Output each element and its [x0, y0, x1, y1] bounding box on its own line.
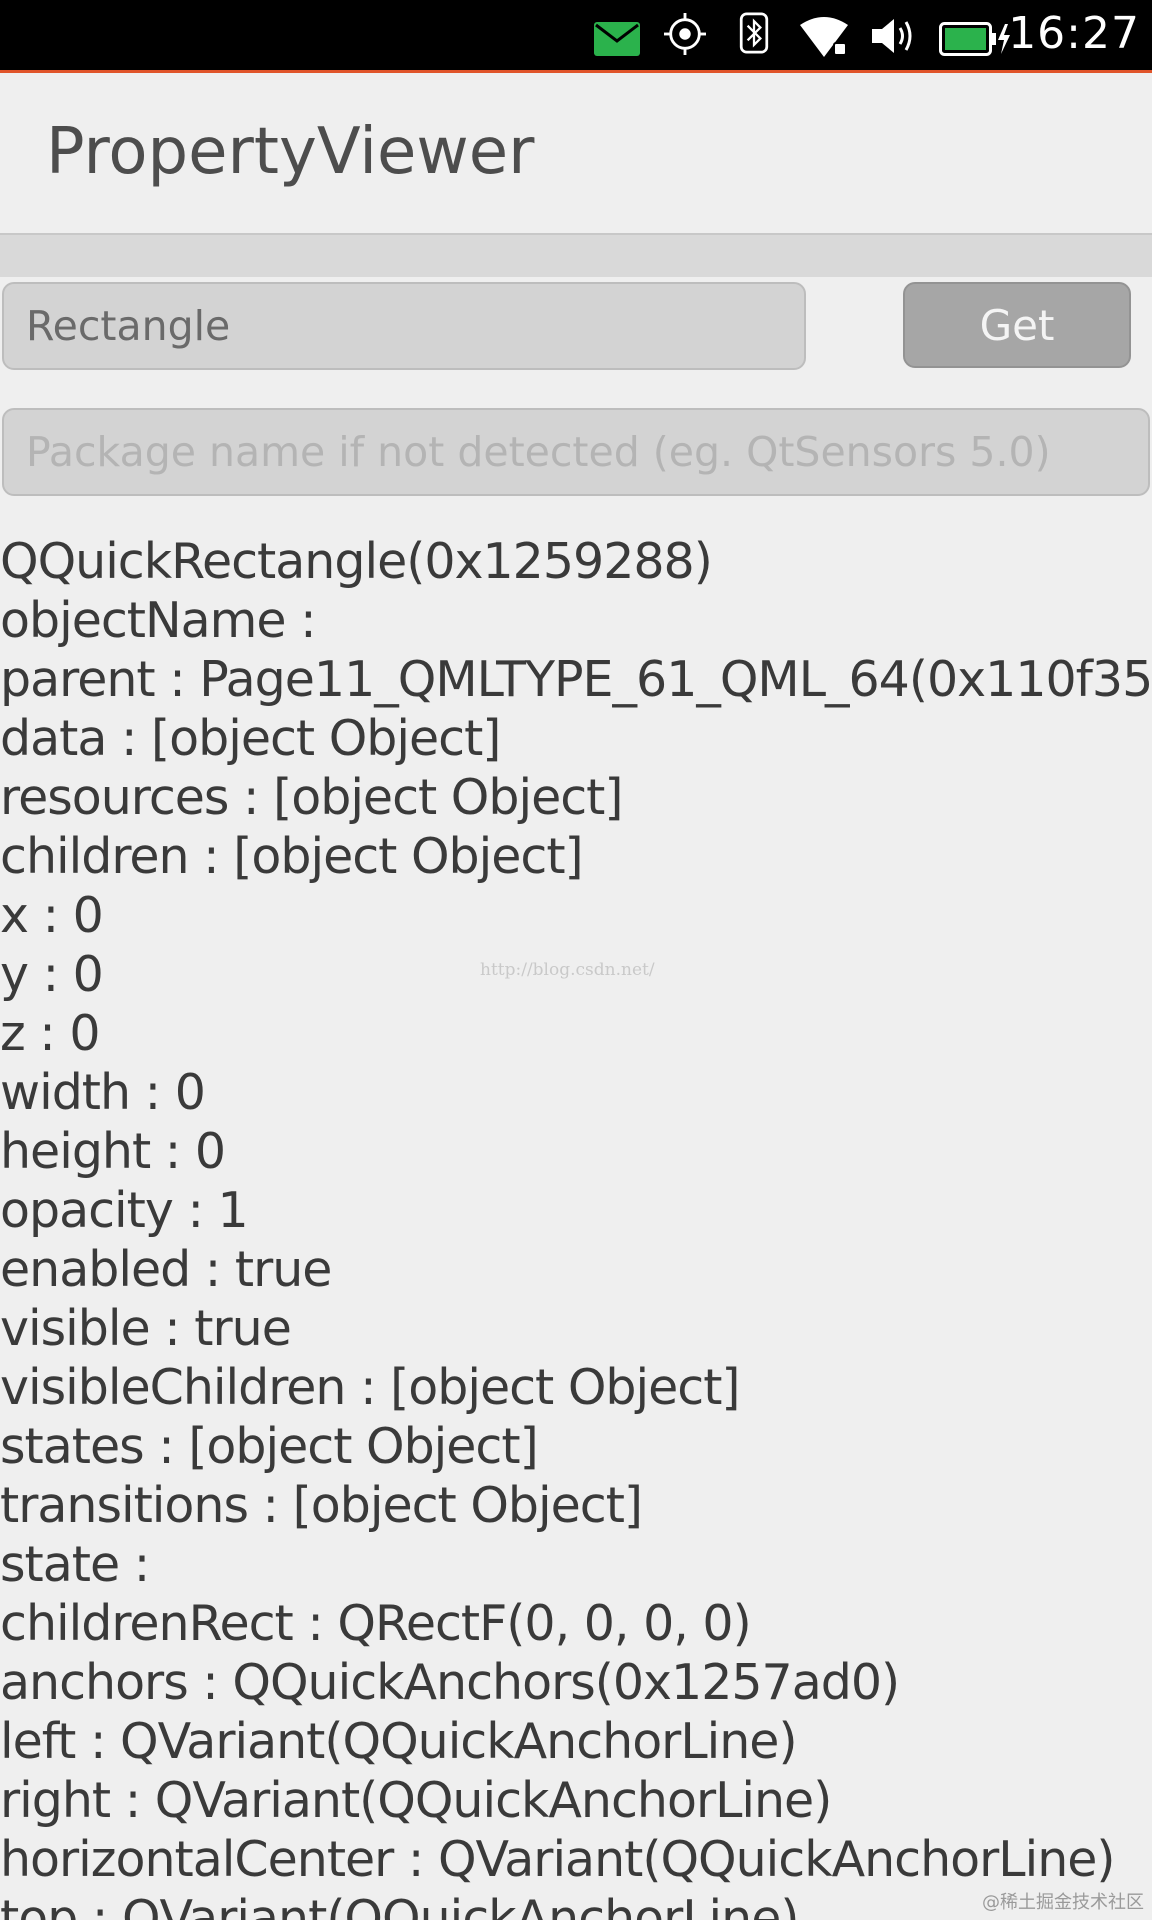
property-row: opacity : 1 [0, 1182, 249, 1239]
location-icon[interactable] [663, 13, 707, 55]
property-row: transitions : [object Object] [0, 1477, 643, 1534]
package-name-input[interactable]: Package name if not detected (eg. QtSens… [2, 408, 1150, 496]
property-row: x : 0 [0, 887, 104, 944]
property-row: width : 0 [0, 1064, 206, 1121]
bluetooth-icon[interactable] [738, 12, 770, 54]
property-row: childrenRect : QRectF(0, 0, 0, 0) [0, 1595, 752, 1652]
watermark: http://blog.csdn.net/ [480, 960, 655, 980]
property-row: data : [object Object] [0, 710, 501, 767]
type-name-input[interactable]: Rectangle [2, 282, 806, 370]
property-row: right : QVariant(QQuickAnchorLine) [0, 1772, 832, 1829]
property-row: objectName : [0, 592, 317, 649]
battery-charging-icon[interactable] [939, 18, 1011, 60]
property-row: states : [object Object] [0, 1418, 539, 1475]
property-row: resources : [object Object] [0, 769, 624, 826]
header-band [0, 235, 1152, 277]
property-row: horizontalCenter : QVariant(QQuickAnchor… [0, 1831, 1116, 1888]
property-row: anchors : QQuickAnchors(0x1257ad0) [0, 1654, 900, 1711]
status-time: 16:27 [1008, 8, 1140, 59]
status-bar: 16:27 [0, 0, 1152, 70]
corner-watermark: @稀土掘金技术社区 [982, 1892, 1144, 1913]
mail-icon[interactable] [594, 18, 640, 60]
get-button[interactable]: Get [903, 282, 1131, 368]
page-title: PropertyViewer [46, 115, 535, 189]
property-row: visible : true [0, 1300, 292, 1357]
wifi-icon[interactable] [800, 16, 848, 58]
app-screen: 16:27 PropertyViewer Rectangle Get Packa… [0, 0, 1152, 1920]
property-row: enabled : true [0, 1241, 332, 1298]
property-row: state : [0, 1536, 150, 1593]
property-row: parent : Page11_QMLTYPE_61_QML_64(0x110f… [0, 651, 1152, 708]
property-list: QQuickRectangle(0x1259288) objectName : pa… [0, 532, 1152, 1920]
volume-icon[interactable] [870, 15, 914, 57]
property-row: z : 0 [0, 1005, 101, 1062]
property-row: visibleChildren : [object Object] [0, 1359, 741, 1416]
property-row: children : [object Object] [0, 828, 584, 885]
property-row: height : 0 [0, 1123, 226, 1180]
property-row: top : QVariant(QQuickAnchorLine) [0, 1890, 800, 1920]
property-row: QQuickRectangle(0x1259288) [0, 533, 713, 590]
status-accent-line [0, 70, 1152, 73]
property-row: left : QVariant(QQuickAnchorLine) [0, 1713, 798, 1770]
